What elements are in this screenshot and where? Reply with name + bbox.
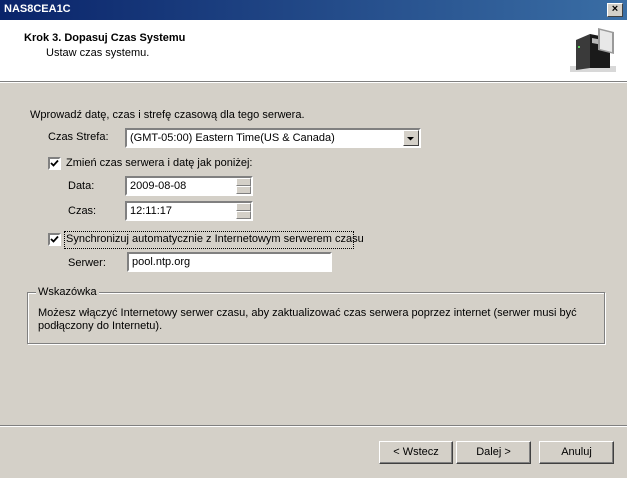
sync-label: Synchronizuj automatycznie z Internetowy… — [66, 233, 364, 245]
checkmark-icon — [50, 159, 59, 167]
footer-separator — [0, 425, 627, 427]
spin-up-icon[interactable] — [236, 203, 251, 211]
time-field[interactable]: 12:11:17 — [125, 201, 253, 221]
title-bar: NAS8CEA1C × — [0, 0, 627, 20]
checkmark-icon — [50, 235, 59, 243]
spin-down-icon[interactable] — [236, 186, 251, 194]
timezone-value: (GMT-05:00) Eastern Time(US & Canada) — [130, 132, 335, 144]
spin-up-icon[interactable] — [236, 178, 251, 186]
hint-title: Wskazówka — [36, 286, 99, 298]
back-button[interactable]: < Wstecz — [379, 441, 453, 464]
step-subtitle: Ustaw czas systemu. — [46, 47, 150, 59]
close-icon: × — [611, 3, 619, 15]
server-input[interactable]: pool.ntp.org — [127, 252, 332, 272]
date-field[interactable]: 2009-08-08 — [125, 176, 253, 196]
time-spinner[interactable] — [236, 203, 251, 219]
hint-line2: podłączony do Internetu). — [38, 320, 163, 332]
step-title: Krok 3. Dopasuj Czas Systemu — [24, 32, 186, 44]
chevron-down-icon — [407, 137, 414, 141]
hint-line1: Możesz włączyć Internetowy serwer czasu,… — [38, 307, 577, 319]
timezone-label: Czas Strefa: — [48, 131, 109, 143]
wizard-header: Krok 3. Dopasuj Czas Systemu Ustaw czas … — [0, 20, 627, 82]
timezone-select[interactable]: (GMT-05:00) Eastern Time(US & Canada) — [125, 128, 421, 148]
nas-device-icon — [570, 28, 616, 72]
close-button[interactable]: × — [607, 3, 623, 17]
timezone-dropdown-button[interactable] — [403, 130, 419, 146]
date-spinner[interactable] — [236, 178, 251, 194]
date-label: Data: — [68, 180, 95, 192]
cancel-button[interactable]: Anuluj — [539, 441, 614, 464]
next-button[interactable]: Dalej > — [456, 441, 531, 464]
sync-checkbox[interactable] — [48, 233, 61, 246]
time-value: 12:11:17 — [130, 205, 173, 217]
window-title: NAS8CEA1C — [4, 3, 71, 15]
header-divider — [0, 82, 627, 83]
change-time-label: Zmień czas serwera i datę jak poniżej: — [66, 157, 253, 169]
date-value: 2009-08-08 — [130, 180, 187, 192]
change-time-checkbox[interactable] — [48, 157, 61, 170]
spin-down-icon[interactable] — [236, 211, 251, 219]
intro-text: Wprowadź datę, czas i strefę czasową dla… — [30, 109, 305, 121]
time-label: Czas: — [68, 205, 97, 217]
server-label: Serwer: — [68, 257, 106, 269]
server-value: pool.ntp.org — [132, 256, 191, 268]
